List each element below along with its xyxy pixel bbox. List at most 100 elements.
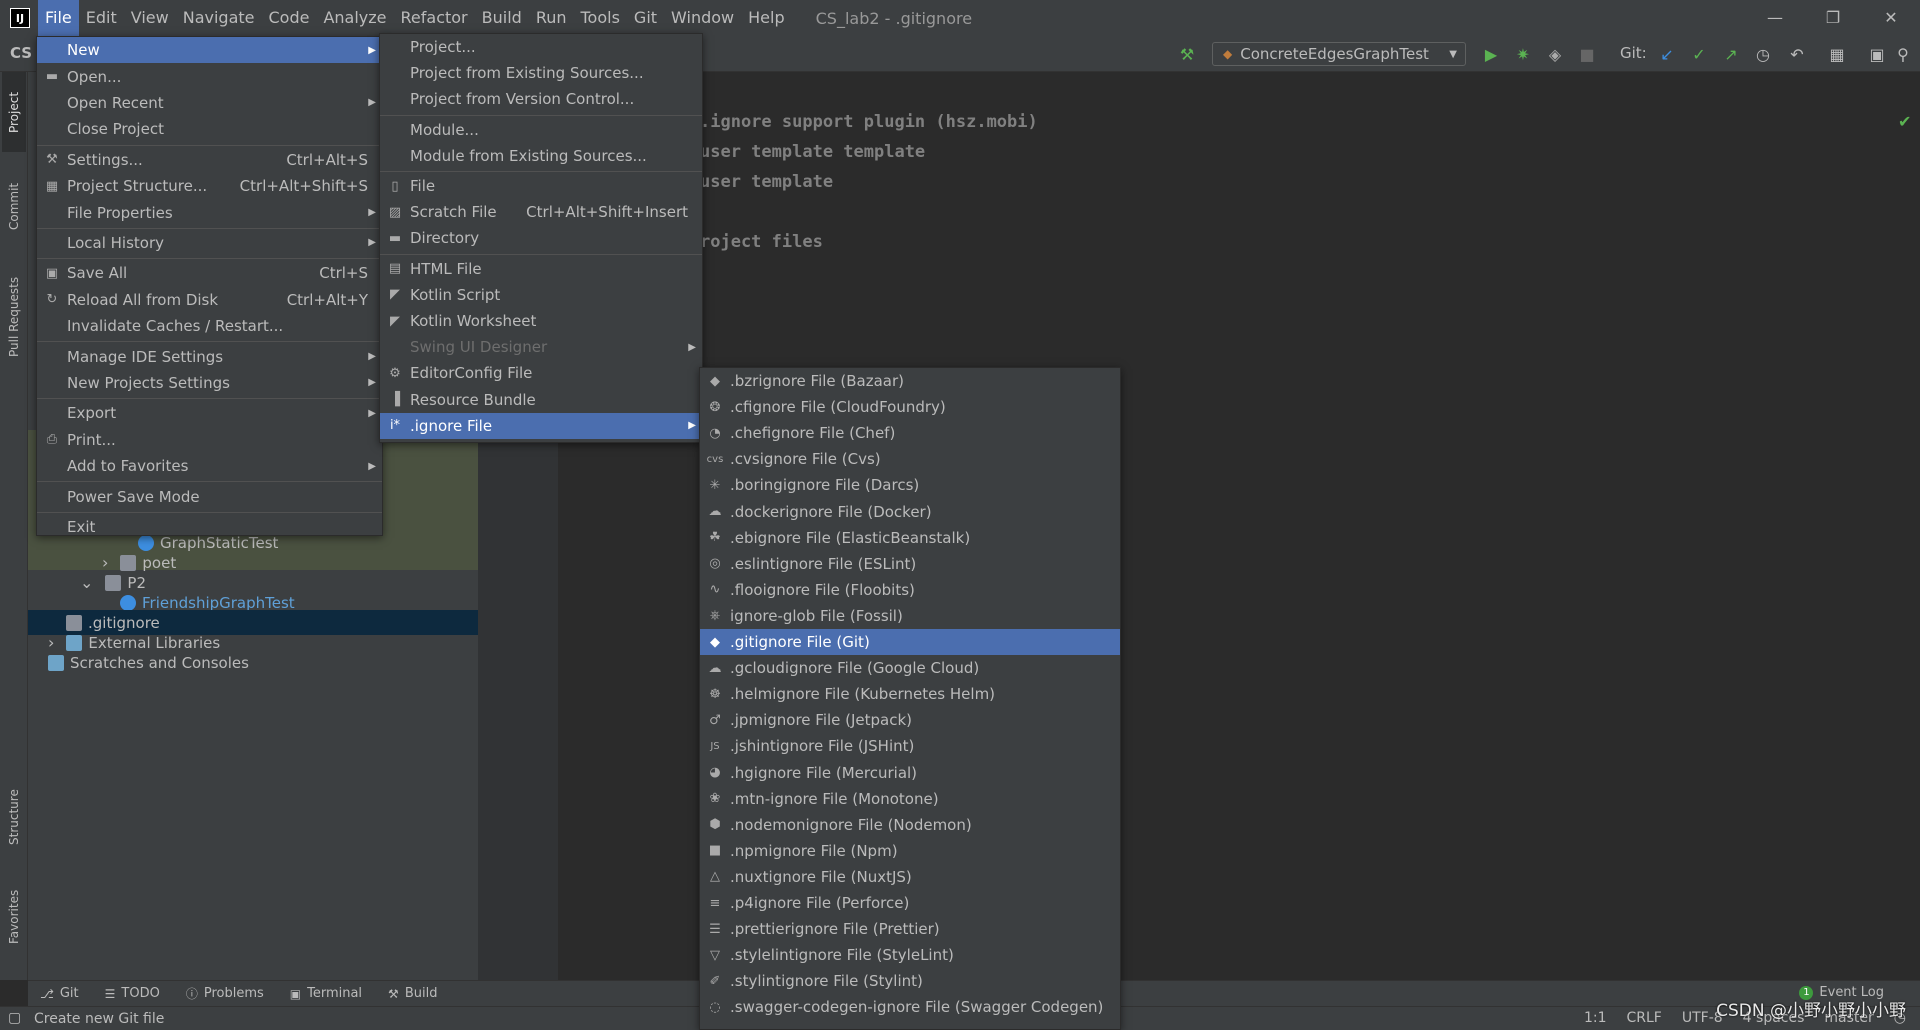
stop-icon[interactable]: ■ [1576, 43, 1598, 65]
tool-tab-commit[interactable]: Commit [2, 166, 26, 246]
git-update-icon[interactable]: ↙ [1656, 43, 1678, 65]
close-icon[interactable]: ✕ [1862, 0, 1920, 36]
menu-item-add-to-favorites[interactable]: Add to Favorites ▶ [37, 453, 382, 479]
menu-item-eslintignore-file-eslint[interactable]: ◎ .eslintignore File (ESLint) [700, 551, 1120, 577]
menu-item-open[interactable]: ▬ Open... [37, 63, 382, 89]
menu-run[interactable]: Run [529, 0, 574, 36]
bottom-tab-build[interactable]: ⚒ Build [388, 985, 437, 1002]
bottom-tab-terminal[interactable]: ▣ Terminal [290, 985, 362, 1002]
menu-navigate[interactable]: Navigate [176, 0, 262, 36]
presentation-icon[interactable]: ▣ [1866, 43, 1888, 65]
menu-item-mtn-ignore-file-monotone[interactable]: ❀ .mtn-ignore File (Monotone) [700, 786, 1120, 812]
git-history-icon[interactable]: ◷ [1752, 43, 1774, 65]
menu-item-helmignore-file-kubernetes-helm[interactable]: ☸ .helmignore File (Kubernetes Helm) [700, 681, 1120, 707]
menu-refactor[interactable]: Refactor [394, 0, 475, 36]
menu-item-gitignore-file-git[interactable]: ◆ .gitignore File (Git) [700, 629, 1120, 656]
line-separator[interactable]: CRLF [1627, 1010, 1662, 1026]
menu-item-exit[interactable]: Exit [37, 514, 382, 540]
menu-item-project-from-existing-sources[interactable]: Project from Existing Sources... [380, 60, 702, 86]
menu-window[interactable]: Window [664, 0, 741, 36]
project-structure-icon[interactable]: ▦ [1826, 43, 1848, 65]
menu-item-power-save-mode[interactable]: Power Save Mode [37, 483, 382, 509]
menu-item-stylintignore-file-stylint[interactable]: ✐ .stylintignore File (Stylint) [700, 968, 1120, 994]
menu-item-kotlin-script[interactable]: ◤ Kotlin Script [380, 282, 702, 308]
menu-item-prettierignore-file-prettier[interactable]: ☰ .prettierignore File (Prettier) [700, 916, 1120, 942]
menu-item-stylelintignore-file-stylelint[interactable]: ▽ .stylelintignore File (StyleLint) [700, 942, 1120, 968]
menu-item-ignore-file[interactable]: i* .ignore File ▶ [380, 412, 702, 439]
menu-item-settings[interactable]: ⚒ Settings... Ctrl+Alt+S [37, 147, 382, 173]
menu-item-editorconfig-file[interactable]: ⚙ EditorConfig File [380, 360, 702, 386]
menu-item-file[interactable]: ▯ File [380, 173, 702, 199]
menu-item-bzrignore-file-bazaar[interactable]: ◆ .bzrignore File (Bazaar) [700, 368, 1120, 394]
menu-item-hgignore-file-mercurial[interactable]: ◕ .hgignore File (Mercurial) [700, 760, 1120, 786]
coverage-icon[interactable]: ◈ [1544, 43, 1566, 65]
menu-item-swagger-codegen-ignore-file-swagger-codegen[interactable]: ◌ .swagger-codegen-ignore File (Swagger C… [700, 994, 1120, 1020]
menu-item-dockerignore-file-docker[interactable]: ☁ .dockerignore File (Docker) [700, 499, 1120, 525]
menu-file[interactable]: File [38, 0, 79, 36]
tool-tab-structure[interactable]: Structure [2, 772, 26, 862]
menu-item-local-history[interactable]: Local History ▶ [37, 230, 382, 256]
menu-item-print[interactable]: ⎙ Print... [37, 427, 382, 453]
menu-item-nodemonignore-file-nodemon[interactable]: ⬢ .nodemonignore File (Nodemon) [700, 812, 1120, 838]
run-icon[interactable]: ▶ [1480, 43, 1502, 65]
menu-item-reload-all-from-disk[interactable]: ↻ Reload All from Disk Ctrl+Alt+Y [37, 287, 382, 313]
menu-item-cvsignore-file-cvs[interactable]: cvs .cvsignore File (Cvs) [700, 446, 1120, 472]
caret-position[interactable]: 1:1 [1584, 1010, 1607, 1026]
menu-item-module[interactable]: Module... [380, 117, 702, 143]
menu-analyze[interactable]: Analyze [316, 0, 393, 36]
menu-item-file-properties[interactable]: File Properties ▶ [37, 199, 382, 225]
menu-item-module-from-existing-sources[interactable]: Module from Existing Sources... [380, 143, 702, 169]
menu-item-resource-bundle[interactable]: ▐ Resource Bundle [380, 387, 702, 413]
menu-item-new-projects-settings[interactable]: New Projects Settings ▶ [37, 370, 382, 396]
menu-item-jpmignore-file-jetpack[interactable]: ♂ .jpmignore File (Jetpack) [700, 707, 1120, 733]
project-name-short[interactable]: CS [10, 44, 32, 62]
menu-item-nuxtignore-file-nuxtjs[interactable]: △ .nuxtignore File (NuxtJS) [700, 864, 1120, 890]
menu-build[interactable]: Build [475, 0, 529, 36]
menu-view[interactable]: View [124, 0, 176, 36]
tool-tab-project[interactable]: Project [2, 72, 26, 152]
menu-item-scratch-file[interactable]: ▨ Scratch File Ctrl+Alt+Shift+Insert [380, 199, 702, 225]
menu-item-html-file[interactable]: ▤ HTML File [380, 256, 702, 282]
menu-item-project-structure[interactable]: ▦ Project Structure... Ctrl+Alt+Shift+S [37, 173, 382, 199]
menu-item-invalidate-caches-restart[interactable]: Invalidate Caches / Restart... [37, 313, 382, 339]
menu-item-cfignore-file-cloudfoundry[interactable]: ❂ .cfignore File (CloudFoundry) [700, 394, 1120, 420]
menu-item-close-project[interactable]: Close Project [37, 116, 382, 142]
menu-item-manage-ide-settings[interactable]: Manage IDE Settings ▶ [37, 343, 382, 369]
menu-item-export[interactable]: Export ▶ [37, 400, 382, 426]
menu-help[interactable]: Help [741, 0, 791, 36]
menu-item-npmignore-file-npm[interactable]: ■ .npmignore File (Npm) [700, 838, 1120, 864]
menu-item-boringignore-file-darcs[interactable]: ✳ .boringignore File (Darcs) [700, 472, 1120, 498]
menu-item-directory[interactable]: ▬ Directory [380, 225, 702, 251]
menu-item-save-all[interactable]: ▣ Save All Ctrl+S [37, 260, 382, 286]
minimize-icon[interactable]: — [1746, 0, 1804, 36]
menu-item-ebignore-file-elasticbeanstalk[interactable]: ☘ .ebignore File (ElasticBeanstalk) [700, 525, 1120, 551]
git-rollback-icon[interactable]: ↶ [1786, 43, 1808, 65]
search-icon[interactable]: ⚲ [1892, 43, 1914, 65]
tool-tab-pull-requests[interactable]: Pull Requests [2, 262, 26, 372]
restore-icon[interactable]: ❐ [1804, 0, 1862, 36]
menu-item-project-from-version-control[interactable]: Project from Version Control... [380, 86, 702, 112]
menu-item-ignore-glob-file-fossil[interactable]: ⎈ ignore-glob File (Fossil) [700, 603, 1120, 629]
menu-git[interactable]: Git [627, 0, 664, 36]
menu-item-gcloudignore-file-google-cloud[interactable]: ☁ .gcloudignore File (Google Cloud) [700, 655, 1120, 681]
menu-item-jshintignore-file-jshint[interactable]: JS .jshintignore File (JSHint) [700, 733, 1120, 759]
menu-item-kotlin-worksheet[interactable]: ◤ Kotlin Worksheet [380, 308, 702, 334]
bottom-tab-git[interactable]: ⎇ Git [40, 985, 79, 1002]
git-push-icon[interactable]: ↗ [1720, 43, 1742, 65]
menu-edit[interactable]: Edit [79, 0, 124, 36]
menu-code[interactable]: Code [262, 0, 317, 36]
git-commit-icon[interactable]: ✓ [1688, 43, 1710, 65]
tool-tab-favorites[interactable]: Favorites [2, 872, 26, 962]
run-configuration-select[interactable]: ◆ ConcreteEdgesGraphTest ▼ [1212, 42, 1466, 66]
menu-item-project[interactable]: Project... [380, 34, 702, 60]
menu-item-flooignore-file-floobits[interactable]: ∿ .flooignore File (Floobits) [700, 577, 1120, 603]
menu-item-new[interactable]: New ▶ [37, 37, 382, 64]
bottom-tab-problems[interactable]: ⓘ Problems [186, 985, 264, 1002]
menu-item-p4ignore-file-perforce[interactable]: ≡ .p4ignore File (Perforce) [700, 890, 1120, 916]
menu-item-chefignore-file-chef[interactable]: ◔ .chefignore File (Chef) [700, 420, 1120, 446]
debug-icon[interactable]: ✷ [1512, 43, 1534, 65]
menu-item-open-recent[interactable]: Open Recent ▶ [37, 90, 382, 116]
status-toggle-icon[interactable]: ▢ [8, 1010, 21, 1026]
build-hammer-icon[interactable]: ⚒ [1176, 43, 1198, 65]
bottom-tab-todo[interactable]: ☰ TODO [105, 985, 160, 1002]
